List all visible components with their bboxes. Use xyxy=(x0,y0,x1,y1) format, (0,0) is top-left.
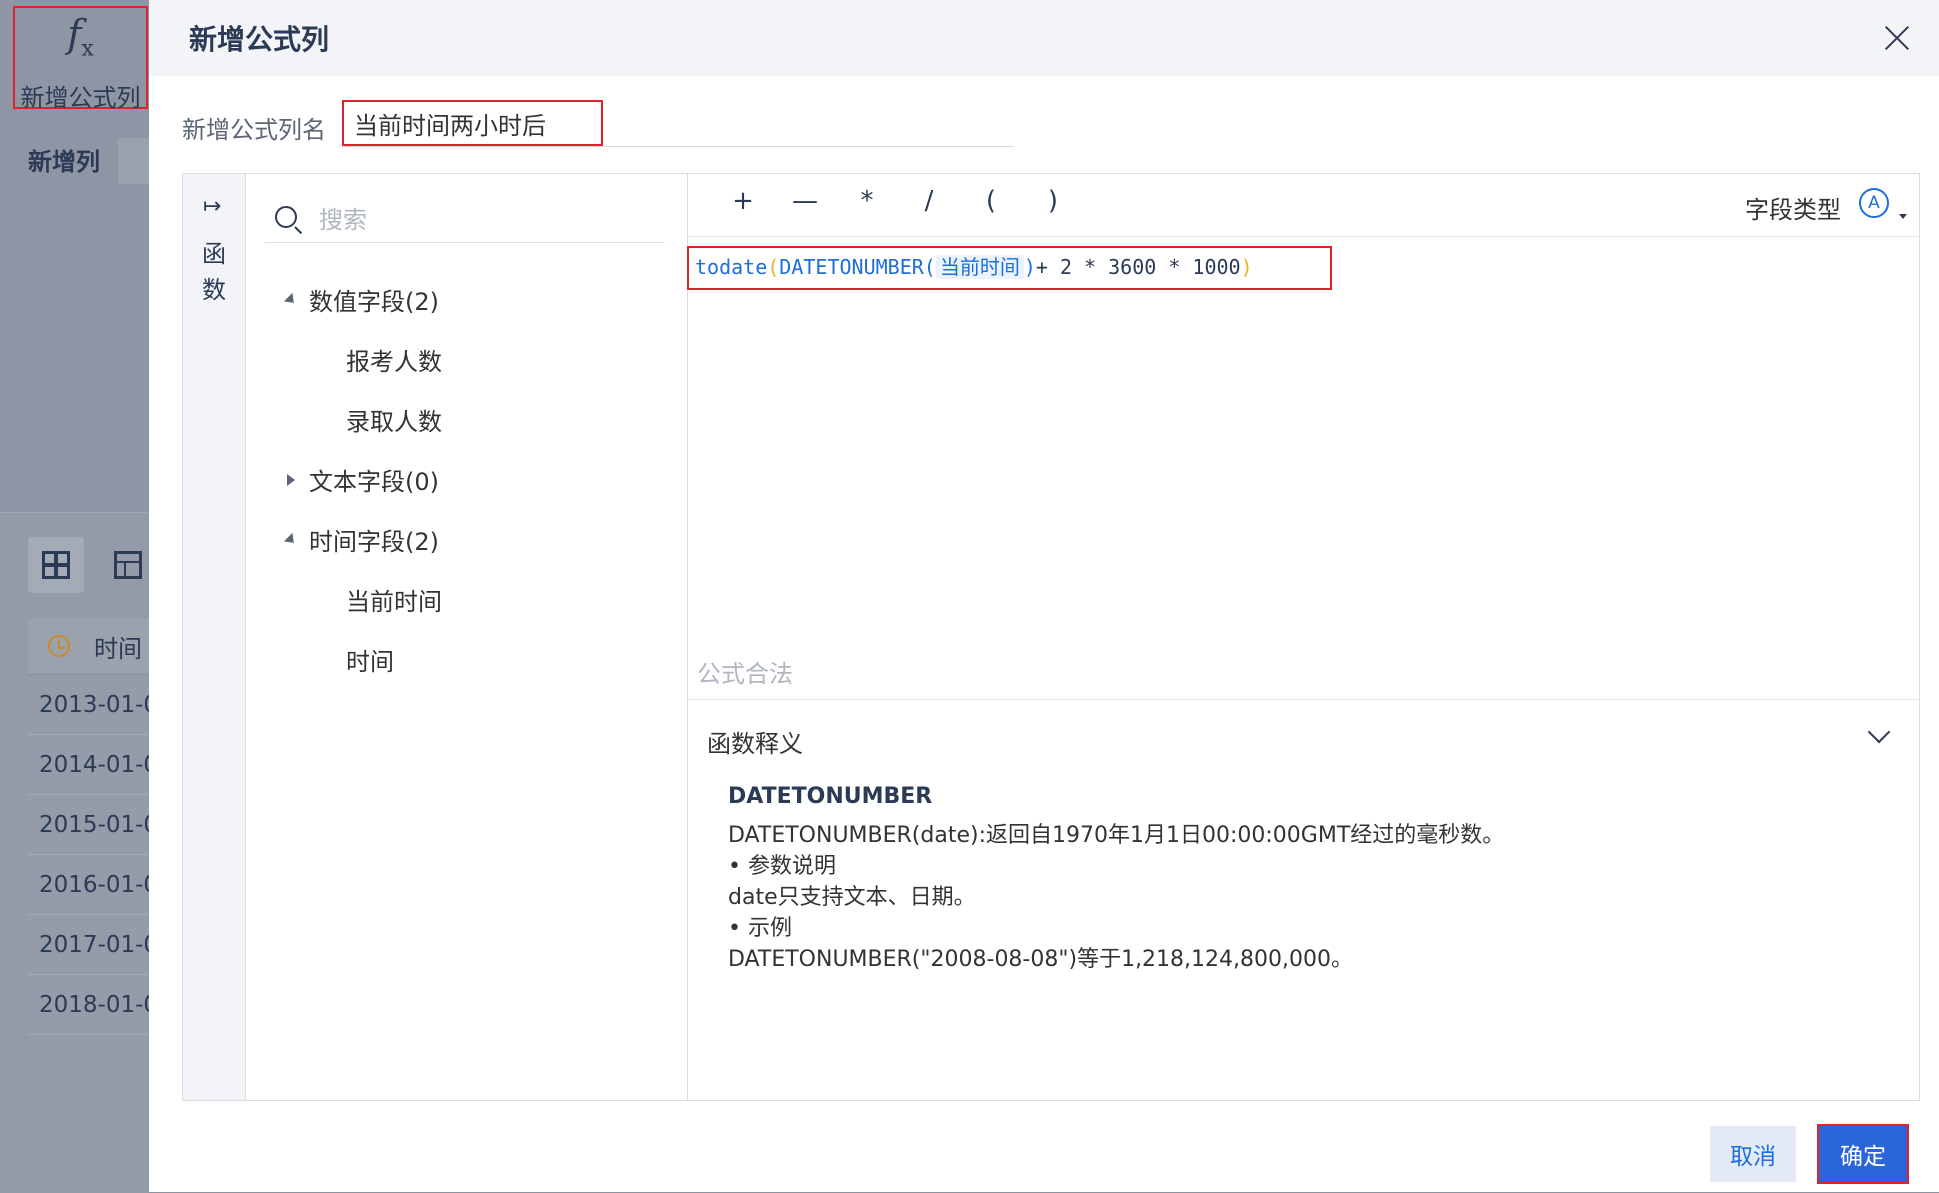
tree-group-label: 文本字段(0) xyxy=(309,468,439,496)
table-header[interactable]: 时间 xyxy=(28,618,149,675)
operator-bar: + — * / ( ) 字段类型 A xyxy=(687,174,1919,237)
column-name-input[interactable] xyxy=(342,100,603,146)
field-item[interactable]: 时间 xyxy=(346,642,394,677)
column-name-field-wrap xyxy=(342,100,1014,147)
field-type-label: 字段类型 xyxy=(1745,196,1841,224)
table-row[interactable]: 2016-01-0 xyxy=(28,855,149,915)
explanation-line: DATETONUMBER("2008-08-08")等于1,218,124,80… xyxy=(728,947,1354,972)
close-icon[interactable] xyxy=(1879,20,1915,56)
formula-panel: + — * / ( ) 字段类型 A todate(DATETONUMBER(当… xyxy=(687,174,1919,1100)
caret-down-icon xyxy=(283,532,299,547)
grid-icon xyxy=(42,551,70,579)
explanation-line: DATETONUMBER(date):返回自1970年1月1日00:00:00G… xyxy=(728,823,1505,848)
validity-status: 公式合法 xyxy=(697,660,793,688)
search-box xyxy=(265,198,665,243)
caret-right-icon xyxy=(287,473,295,486)
table-header-label: 时间 xyxy=(94,634,142,663)
formula-function: DATETONUMBER xyxy=(779,255,924,279)
background-table: 时间 2013-01-0 2014-01-0 2015-01-0 2016-01… xyxy=(28,618,149,1035)
table-row[interactable]: 2017-01-0 xyxy=(28,915,149,975)
formula-paren: ) xyxy=(1240,255,1253,279)
explanation-line: date只支持文本、日期。 xyxy=(728,885,976,910)
formula-field-token[interactable]: 当前时间 xyxy=(935,255,1024,279)
formula-tail: + 2 * 3600 * 1000 xyxy=(1035,255,1241,279)
tree-group-time[interactable]: 时间字段(2) xyxy=(283,522,439,557)
op-left-paren-button[interactable]: ( xyxy=(976,186,1006,216)
confirm-button[interactable]: 确定 xyxy=(1817,1124,1909,1184)
column-name-label: 新增公式列名 xyxy=(182,116,326,144)
layout-view-button[interactable] xyxy=(100,537,156,593)
table-row[interactable]: 2015-01-0 xyxy=(28,795,149,855)
add-formula-column-label: 新增公式列 xyxy=(20,83,141,112)
functions-label: 函数 xyxy=(202,240,226,304)
op-multiply-button[interactable]: * xyxy=(852,186,882,216)
op-right-paren-button[interactable]: ) xyxy=(1038,186,1068,216)
search-input[interactable] xyxy=(317,202,651,238)
function-strip[interactable]: ↦ 函数 xyxy=(183,174,246,1100)
explanation-title: 函数释义 xyxy=(707,730,803,758)
expand-panel-icon[interactable]: ↦ xyxy=(203,194,221,219)
table-row[interactable]: 2014-01-0 xyxy=(28,735,149,795)
explanation-line: • 示例 xyxy=(728,916,792,941)
op-plus-button[interactable]: + xyxy=(728,186,758,216)
dialog-header: 新增公式列 xyxy=(149,0,1939,76)
clock-icon xyxy=(48,635,70,657)
formula-paren: ( xyxy=(767,255,780,279)
search-icon xyxy=(275,206,297,228)
field-item[interactable]: 报考人数 xyxy=(346,342,442,377)
function-explanation: 函数释义 DATETONUMBER DATETONUMBER(date):返回自… xyxy=(687,699,1919,1101)
tree-group-numeric[interactable]: 数值字段(2) xyxy=(283,282,439,317)
table-row[interactable]: 2013-01-0 xyxy=(28,675,149,735)
add-column-label[interactable]: 新增列 xyxy=(28,142,100,177)
add-formula-column-button[interactable]: fx 新增公式列 xyxy=(13,6,148,112)
tree-group-label: 数值字段(2) xyxy=(309,288,439,316)
field-type-selector[interactable]: A xyxy=(1859,188,1889,218)
add-column-selection xyxy=(118,138,149,184)
caret-down-icon xyxy=(283,292,299,307)
op-minus-button[interactable]: — xyxy=(790,186,820,216)
fx-icon: fx xyxy=(67,12,94,62)
tree-group-text[interactable]: 文本字段(0) xyxy=(287,462,439,497)
caret-down-icon[interactable] xyxy=(1899,214,1907,219)
explanation-function-name: DATETONUMBER xyxy=(728,784,933,809)
explanation-body: DATETONUMBER(date):返回自1970年1月1日00:00:00G… xyxy=(728,820,1504,975)
chevron-down-icon[interactable] xyxy=(1867,720,1891,744)
formula-editor: ↦ 函数 数值字段(2) 报考人数 录取人数 文本字段(0) 时间字段(2) 当 xyxy=(182,173,1920,1101)
cancel-button[interactable]: 取消 xyxy=(1710,1126,1796,1182)
op-divide-button[interactable]: / xyxy=(914,186,944,216)
table-row[interactable]: 2018-01-0 xyxy=(28,975,149,1035)
formula-input[interactable]: todate(DATETONUMBER(当前时间)+ 2 * 3600 * 10… xyxy=(687,246,1332,290)
formula-paren: ) xyxy=(1023,255,1036,279)
explanation-line: • 参数说明 xyxy=(728,854,836,879)
field-item[interactable]: 当前时间 xyxy=(346,582,442,617)
grid-view-button[interactable] xyxy=(28,537,84,593)
formula-column-dialog: 新增公式列 新增公式列名 ↦ 函数 数值字段(2) 报考人数 录取人数 文本字段… xyxy=(149,0,1939,1192)
field-item[interactable]: 录取人数 xyxy=(346,402,442,437)
layout-icon xyxy=(114,551,142,579)
formula-function: todate xyxy=(695,255,768,279)
formula-paren: ( xyxy=(923,255,936,279)
field-panel: 数值字段(2) 报考人数 录取人数 文本字段(0) 时间字段(2) 当前时间 时… xyxy=(245,174,688,1100)
dialog-title: 新增公式列 xyxy=(189,23,330,56)
tree-group-label: 时间字段(2) xyxy=(309,528,439,556)
